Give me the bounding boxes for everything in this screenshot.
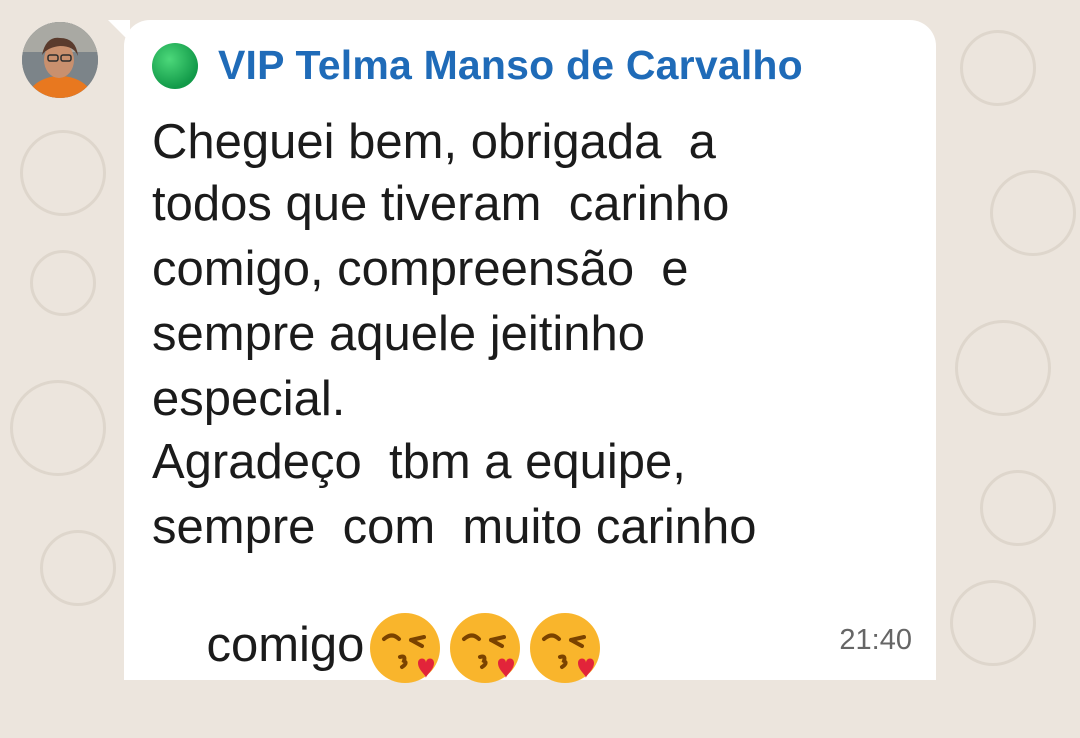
kissing-face-icon xyxy=(450,613,521,683)
emoji-row xyxy=(366,609,606,687)
sender-name[interactable]: VIP Telma Manso de Carvalho xyxy=(218,42,803,89)
message-line: Cheguei bem, obrigada a xyxy=(152,115,716,169)
message-line: todos que tiveram carinho xyxy=(152,177,730,231)
message-line: sempre aquele jeitinho xyxy=(152,307,646,361)
message-last-line: comigo xyxy=(152,560,606,736)
sender-row: VIP Telma Manso de Carvalho xyxy=(152,42,803,89)
message-line: comigo, compreensão e xyxy=(152,242,689,296)
kissing-face-icon xyxy=(370,613,441,683)
kissing-face-icon xyxy=(530,613,601,683)
message-line: comigo xyxy=(206,617,365,672)
message-line: Agradeço tbm a equipe, xyxy=(152,435,686,489)
status-dot-icon xyxy=(152,42,198,89)
avatar-photo xyxy=(22,22,98,98)
message-line: sempre com muito carinho xyxy=(152,500,757,554)
message-timestamp: 21:40 xyxy=(839,624,912,656)
message-line: especial. xyxy=(152,372,346,426)
message-bubble[interactable]: VIP Telma Manso de Carvalho Cheguei bem,… xyxy=(124,20,936,683)
sender-avatar[interactable] xyxy=(22,22,98,98)
